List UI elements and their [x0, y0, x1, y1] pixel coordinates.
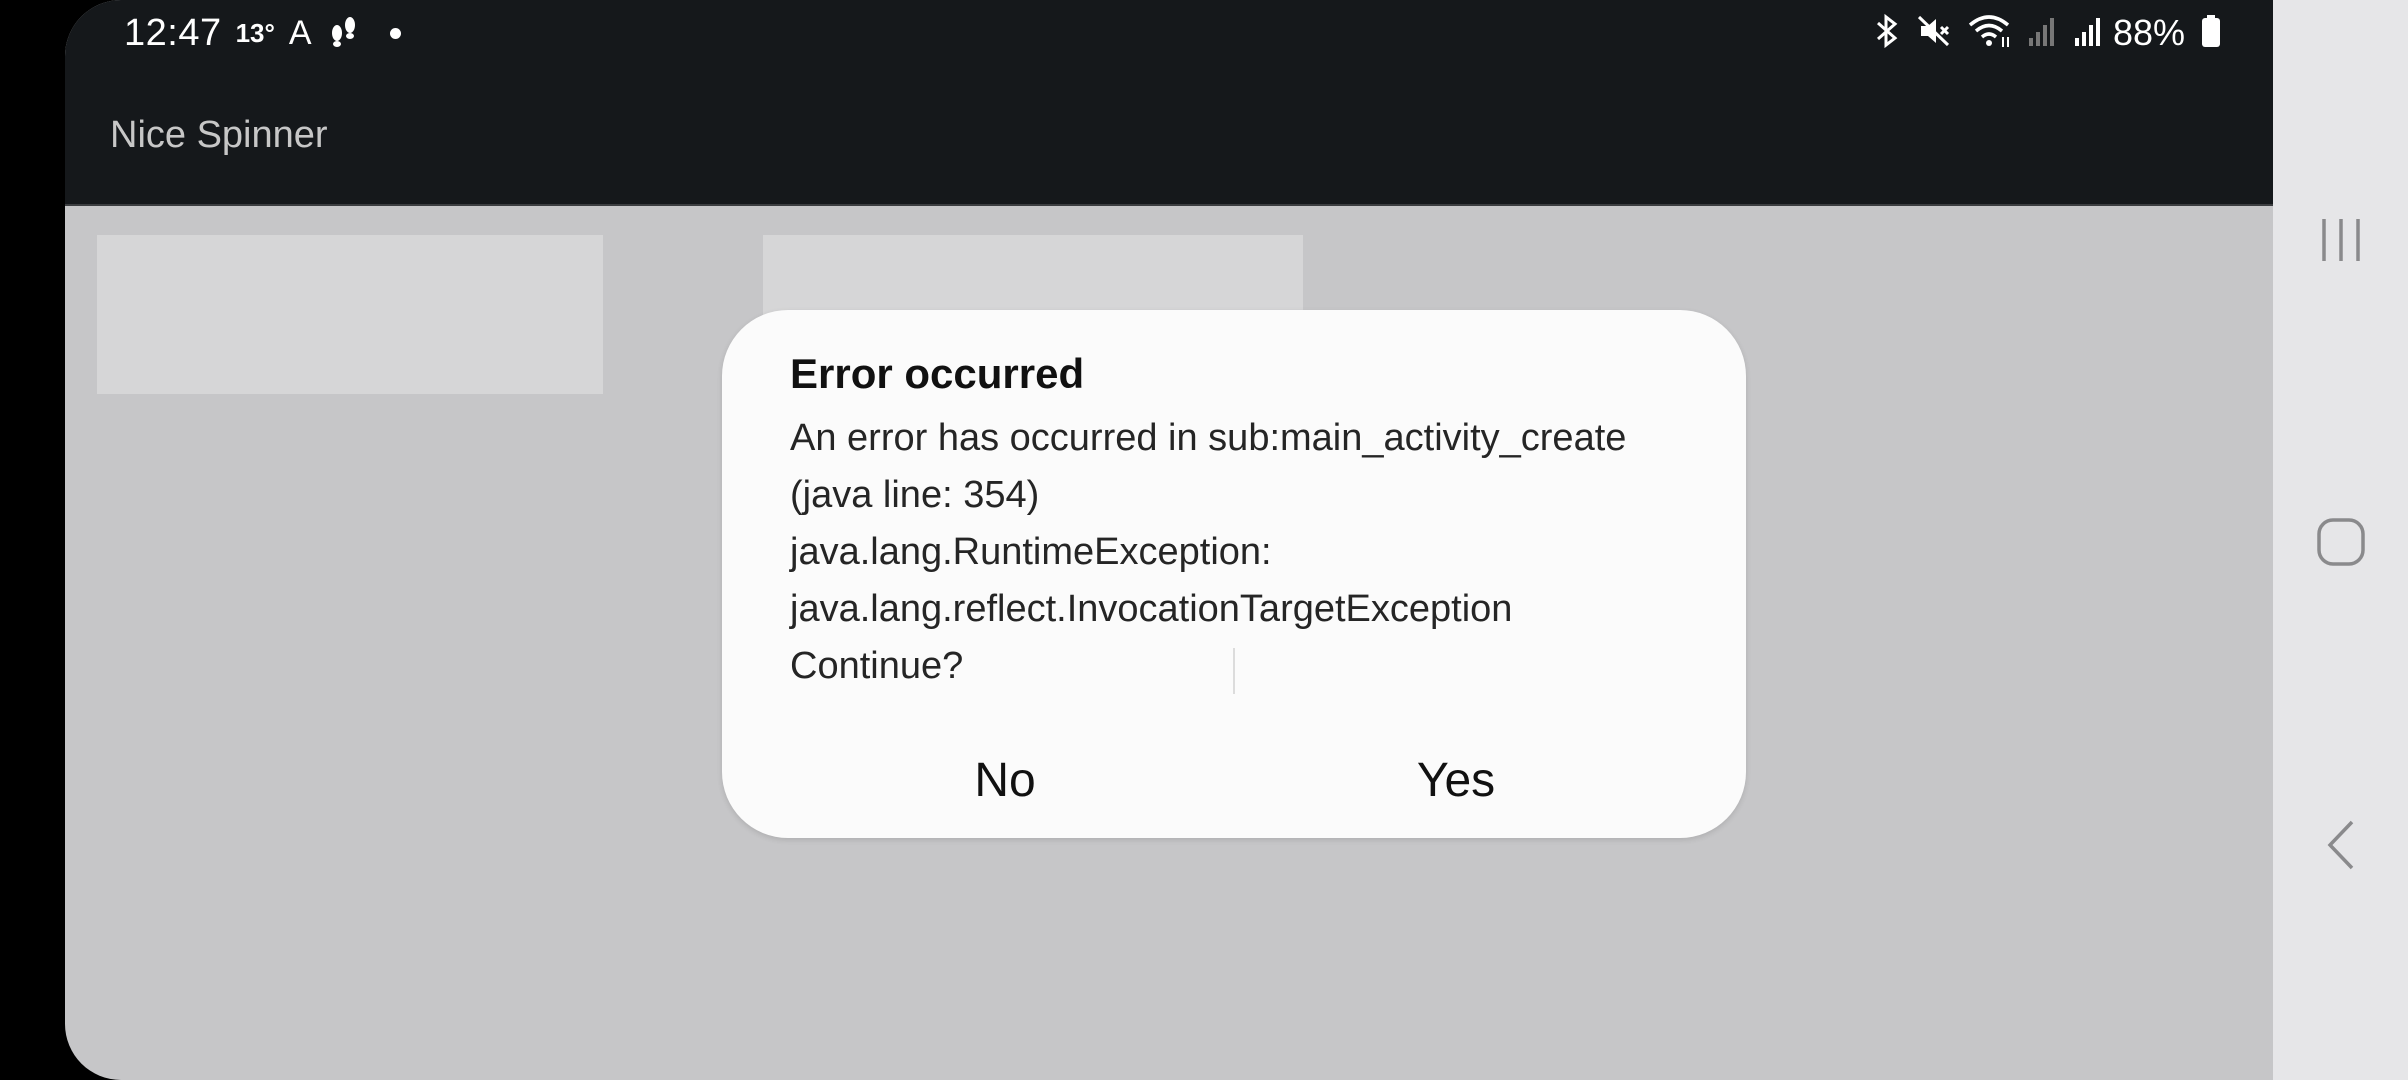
status-time: 12:47 — [124, 11, 222, 54]
no-button[interactable]: No — [790, 725, 1220, 835]
status-right: 88% — [1857, 8, 2221, 58]
mute-icon — [1917, 14, 1951, 53]
error-dialog: Error occurred An error has occurred in … — [722, 310, 1746, 838]
status-bar: 12:47 13° A 88% — [65, 0, 2273, 66]
dialog-message-line: java.lang.RuntimeException: — [790, 531, 1272, 573]
app-window: 12:47 13° A 88% Nice Spinner Error occur… — [65, 0, 2273, 1080]
notification-dot-icon — [389, 27, 401, 39]
dialog-title: Error occurred — [790, 350, 1085, 397]
recent-apps-icon — [2318, 215, 2364, 270]
navigation-bar — [2273, 0, 2408, 1080]
dialog-message: An error has occurred in sub:main_activi… — [790, 410, 1710, 695]
signal-icon — [2027, 14, 2057, 53]
recent-apps-button[interactable] — [2273, 182, 2408, 302]
dialog-message-line: java.lang.reflect.InvocationTargetExcept… — [790, 588, 1513, 630]
status-temperature: 13° — [235, 17, 275, 48]
battery-percent: 88% — [2112, 12, 2185, 53]
wifi-icon — [1967, 13, 2011, 54]
back-icon — [2324, 818, 2358, 877]
home-icon — [2315, 516, 2367, 573]
phone-screen: 12:47 13° A 88% Nice Spinner Error occur… — [0, 0, 2408, 1080]
battery-icon — [2201, 13, 2221, 54]
home-button[interactable] — [2273, 484, 2408, 604]
dialog-actions: No Yes — [722, 725, 1746, 835]
auto-brightness-icon: A — [288, 13, 312, 52]
status-left: 12:47 13° A — [124, 8, 401, 58]
back-button[interactable] — [2273, 787, 2408, 907]
steps-icon — [326, 14, 360, 53]
app-title: Nice Spinner — [110, 114, 328, 156]
spinner-1[interactable] — [97, 235, 603, 394]
button-divider — [1233, 648, 1235, 694]
dialog-message-line: Continue? — [790, 645, 964, 687]
yes-button[interactable]: Yes — [1234, 725, 1678, 835]
dialog-message-line: An error has occurred in sub:main_activi… — [790, 417, 1627, 459]
app-bar: Nice Spinner — [65, 66, 2273, 206]
bluetooth-icon — [1873, 13, 1901, 54]
dialog-message-line: (java line: 354) — [790, 474, 1040, 516]
signal-icon — [2073, 14, 2103, 53]
